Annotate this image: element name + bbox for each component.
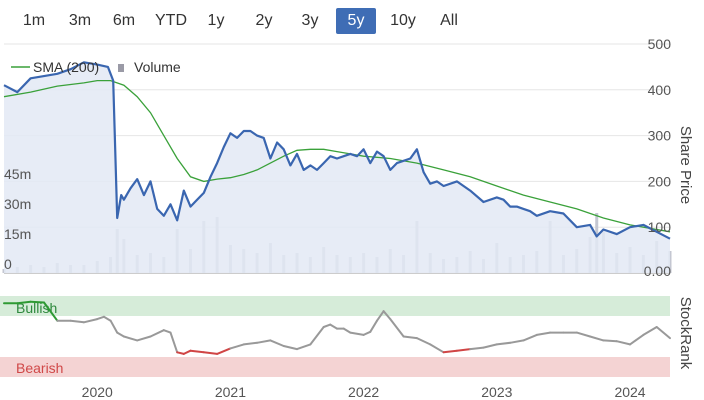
stockrank-segment: [362, 330, 372, 336]
stockrank-segment: [109, 319, 119, 334]
stockrank-segment: [242, 341, 259, 346]
sma-legend-label[interactable]: SMA (200): [33, 59, 99, 75]
stockrank-segment: [182, 349, 192, 355]
bearish-band: [0, 357, 670, 377]
stockrank-segment: [269, 339, 285, 347]
stockrank-segment: [309, 326, 325, 346]
x-tick-label: 2023: [481, 384, 512, 400]
stockrank-segment: [369, 319, 378, 333]
stockrank-segment: [216, 347, 232, 355]
stockrank-segment: [442, 349, 458, 354]
stockrank-segment: [469, 346, 485, 351]
stockrank-segment: [162, 329, 172, 334]
stockrank-segment: [116, 331, 125, 338]
stockrank-segment: [589, 335, 605, 342]
stockrank-segment: [69, 319, 85, 324]
stockrank-segment: [415, 337, 432, 346]
stockrank-segment: [349, 331, 365, 336]
stockrank-segment: [282, 345, 298, 351]
stockrank-segment: [149, 329, 165, 338]
share-price-axis-title: Share Price: [677, 126, 694, 204]
stockrank-segment: [455, 348, 472, 352]
stockrank-segment: [189, 349, 205, 354]
legend[interactable]: SMA (200) Volume: [11, 59, 181, 75]
price-tick-label: 400: [648, 82, 672, 98]
price-tick-label: 500: [648, 36, 672, 52]
stockrank-segment: [82, 318, 99, 324]
stockrank-segment: [342, 327, 352, 334]
volume-tick-label: 30m: [4, 196, 31, 212]
stockrank-segment: [429, 343, 445, 354]
stockrank-segment: [535, 331, 552, 336]
stockrank-segment: [575, 331, 592, 338]
price-tick-label: 300: [648, 128, 672, 144]
x-tick-label: 2022: [348, 384, 379, 400]
stockrank-segment: [202, 351, 219, 355]
stock-chart: BullishBearish 500 400 300 200 100 0.00 45m 30m…: [0, 36, 694, 400]
stockrank-segment: [482, 343, 498, 349]
stockrank-segment: [96, 315, 105, 321]
stockrank-segment: [29, 300, 45, 304]
stockrank-axis-title: StockRank: [677, 297, 694, 370]
stockrank-segment: [615, 340, 631, 346]
stockrank-segment: [629, 333, 645, 346]
stockrank-segment: [169, 331, 179, 354]
stockrank-segment: [256, 339, 272, 344]
stockrank-segment: [495, 341, 512, 346]
stockrank-segment: [509, 339, 525, 344]
bullish-band: [0, 296, 670, 316]
stockrank-segment: [329, 323, 338, 330]
price-area-fill: [4, 62, 670, 273]
stockrank-segment: [176, 351, 185, 355]
stockrank-segment: [136, 335, 152, 342]
bearish-label: Bearish: [16, 360, 63, 376]
price-tick-label: 100: [648, 219, 672, 235]
stockrank-segment: [296, 343, 312, 351]
stockrank-segment: [229, 343, 245, 350]
stockrank-segment: [122, 335, 139, 342]
volume-tick-label: 0: [4, 256, 12, 272]
price-tick-label: 0.00: [644, 263, 671, 279]
stockrank-segment: [102, 315, 112, 322]
stockrank-panel: BullishBearish: [0, 296, 671, 377]
stockrank-segment: [522, 333, 538, 342]
stockrank-segment: [322, 323, 332, 328]
x-tick-label: 2024: [614, 384, 645, 400]
stockrank-segment: [402, 335, 418, 340]
volume-legend-label[interactable]: Volume: [134, 59, 181, 75]
stockrank-segment: [655, 326, 671, 340]
x-tick-label: 2021: [215, 384, 246, 400]
price-tick-label: 200: [648, 173, 672, 189]
volume-legend-swatch: [118, 64, 124, 72]
x-tick-label: 2020: [82, 384, 113, 400]
stockrank-segment: [389, 318, 405, 338]
volume-tick-label: 15m: [4, 226, 31, 242]
volume-tick-label: 45m: [4, 166, 31, 182]
stockrank-segment: [642, 326, 658, 336]
price-area: [4, 62, 670, 273]
stockrank-segment: [602, 339, 618, 343]
